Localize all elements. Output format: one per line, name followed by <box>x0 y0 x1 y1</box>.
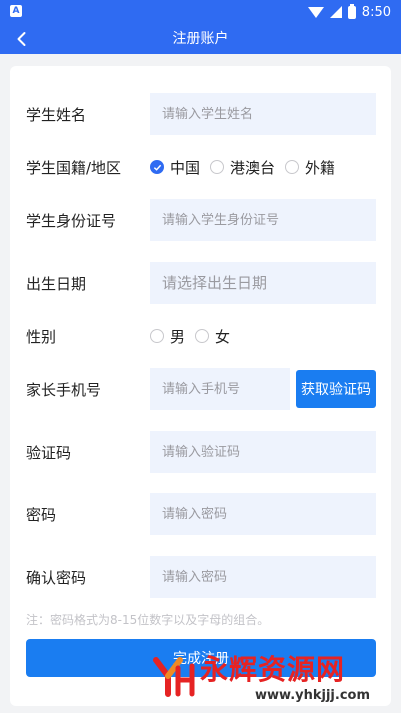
radio-female[interactable]: 女 <box>195 326 230 347</box>
verify-code-input[interactable] <box>150 431 376 473</box>
gender-radio-group: 男 女 <box>150 326 230 347</box>
nav-bar: 注册账户 <box>0 24 401 54</box>
radio-circle-icon <box>285 160 300 174</box>
confirm-password-input[interactable] <box>150 556 376 598</box>
get-code-button[interactable]: 获取验证码 <box>296 370 376 408</box>
row-id-number: 学生身份证号 <box>26 199 376 241</box>
row-birth-date: 出生日期 <box>26 262 376 304</box>
radio-circle-icon <box>210 160 225 174</box>
student-name-input[interactable] <box>150 93 376 135</box>
radio-male-label: 男 <box>170 327 186 346</box>
radio-hmt-label: 港澳台 <box>230 158 276 177</box>
wifi-icon <box>307 6 324 18</box>
radio-hk-macau-taiwan[interactable]: 港澳台 <box>210 157 275 178</box>
radio-circle-icon <box>195 329 210 343</box>
password-hint: 注：密码格式为8-15位数字以及字母的组合。 <box>26 613 270 627</box>
confirm-password-label: 确认密码 <box>26 568 87 587</box>
radio-china[interactable]: 中国 <box>150 157 200 178</box>
submit-button[interactable]: 完成注册 <box>26 639 376 677</box>
battery-icon <box>347 3 356 19</box>
checked-icon <box>150 160 164 174</box>
id-number-input[interactable] <box>150 199 376 241</box>
sim-icon: A <box>10 5 22 17</box>
parent-phone-label: 家长手机号 <box>26 380 102 399</box>
birth-date-label: 出生日期 <box>26 274 87 293</box>
radio-circle-icon <box>150 329 164 343</box>
row-nationality: 学生国籍/地区 中国 港澳台 外籍 <box>26 146 376 188</box>
birth-date-picker[interactable] <box>150 262 376 304</box>
gender-label: 性别 <box>26 327 57 346</box>
row-confirm-password: 确认密码 <box>26 556 376 598</box>
row-parent-phone: 家长手机号 获取验证码 <box>26 368 376 410</box>
row-gender: 性别 男 女 <box>26 315 376 357</box>
nationality-radio-group: 中国 港澳台 外籍 <box>150 157 335 178</box>
row-student-name: 学生姓名 <box>26 93 376 135</box>
status-time: 8:50 <box>361 4 391 20</box>
page-title: 注册账户 <box>172 31 229 47</box>
status-icons: 8:50 <box>307 3 391 21</box>
radio-foreign-label: 外籍 <box>305 158 336 177</box>
id-number-label: 学生身份证号 <box>26 211 117 230</box>
row-verify-code: 验证码 <box>26 431 376 473</box>
nationality-label: 学生国籍/地区 <box>26 158 122 177</box>
row-password: 密码 <box>26 493 376 535</box>
password-input[interactable] <box>150 493 376 535</box>
radio-male[interactable]: 男 <box>150 326 185 347</box>
register-form: 学生姓名 学生国籍/地区 中国 港澳台 外籍 学生身份证号 出生日期 性别 <box>10 66 391 706</box>
parent-phone-input[interactable] <box>150 368 290 410</box>
radio-china-label: 中国 <box>170 158 201 177</box>
password-label: 密码 <box>26 505 57 524</box>
verify-code-label: 验证码 <box>26 443 72 462</box>
radio-foreign[interactable]: 外籍 <box>285 157 335 178</box>
radio-female-label: 女 <box>215 327 231 346</box>
status-bar: A 8:50 <box>0 0 401 24</box>
student-name-label: 学生姓名 <box>26 105 87 124</box>
signal-icon <box>329 6 342 18</box>
